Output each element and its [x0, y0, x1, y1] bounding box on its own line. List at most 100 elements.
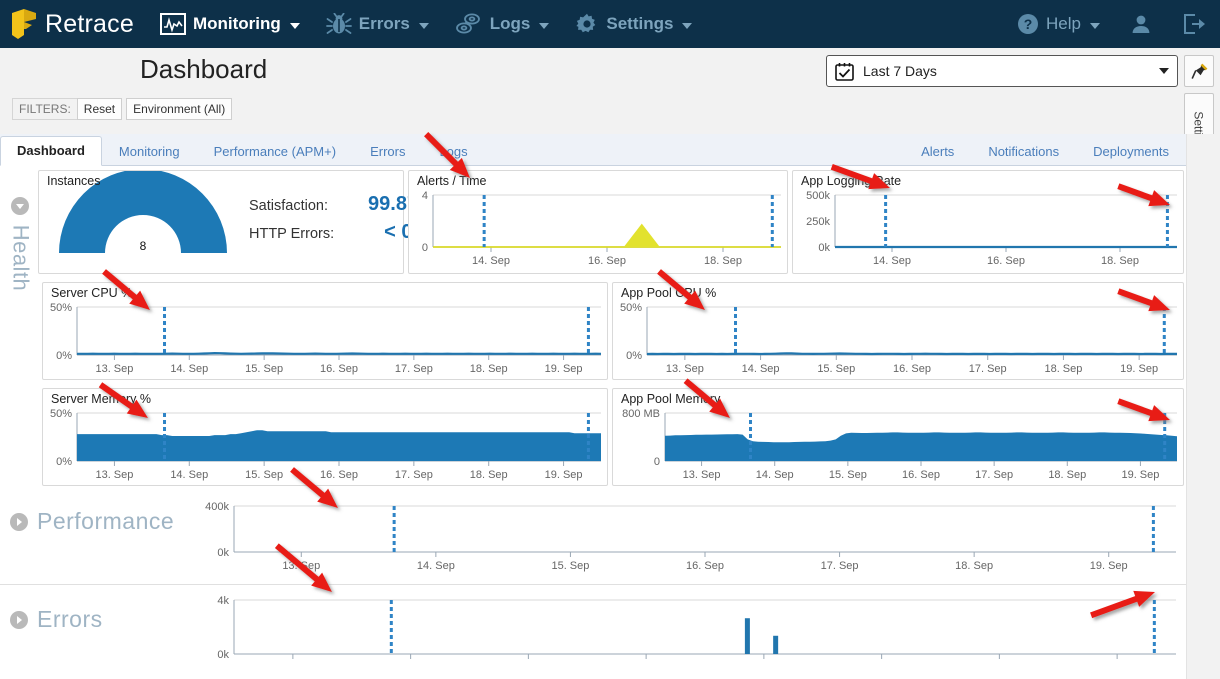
section-divider [0, 584, 1186, 585]
nav-item-help[interactable]: ? Help [1017, 13, 1100, 35]
nav-item-settings[interactable]: Settings [575, 12, 693, 36]
logs-icon [455, 13, 483, 35]
tab-logs[interactable]: Logs [422, 137, 484, 166]
panel-server-cpu-title: Server CPU % [51, 286, 133, 300]
svg-text:19. Sep: 19. Sep [545, 363, 583, 375]
svg-text:0: 0 [422, 242, 428, 254]
section-errors-expand-toggle[interactable] [10, 610, 28, 629]
user-icon [1130, 13, 1152, 35]
svg-text:18. Sep: 18. Sep [704, 255, 742, 267]
http-errors-label: HTTP Errors: [249, 226, 335, 242]
tab-performance-apm[interactable]: Performance (APM+) [197, 137, 353, 166]
tab-bar-right-group: Alerts Notifications Deployments [904, 136, 1186, 165]
section-health-rail: Health [0, 166, 40, 296]
svg-text:15. Sep: 15. Sep [817, 363, 855, 375]
svg-text:0: 0 [654, 456, 660, 468]
instances-count: 8 [140, 239, 147, 253]
svg-text:13. Sep: 13. Sep [666, 363, 704, 375]
panel-app-pool-cpu: App Pool CPU % 50% 0% 13. Sep 14. Sep 15. Se… [612, 282, 1184, 380]
svg-text:16. Sep: 16. Sep [588, 255, 626, 267]
filters-bar: FILTERS: Reset Environment (All) [12, 98, 233, 120]
tab-bar: Dashboard Monitoring Performance (APM+) … [0, 134, 1186, 166]
svg-text:18. Sep: 18. Sep [1101, 255, 1139, 267]
bug-icon [325, 13, 352, 35]
svg-text:?: ? [1024, 16, 1033, 32]
nav-label-errors: Errors [358, 14, 410, 33]
svg-text:18. Sep: 18. Sep [1048, 469, 1086, 481]
panel-app-pool-memory-title: App Pool Memory [621, 392, 721, 406]
section-performance-expand-toggle[interactable] [10, 512, 28, 531]
nav-item-user-account[interactable] [1130, 13, 1152, 35]
svg-text:18. Sep: 18. Sep [1044, 363, 1082, 375]
svg-text:800 MB: 800 MB [622, 408, 660, 420]
dashboard-content: Health Instances 8 Satisfaction: 99.876%… [0, 166, 1186, 679]
pin-button[interactable] [1184, 55, 1214, 87]
page-header: Dashboard FILTERS: Reset Environment (Al… [0, 48, 1220, 173]
brand-logo[interactable]: Retrace [12, 9, 134, 39]
svg-text:0%: 0% [56, 456, 72, 468]
nav-label-logs: Logs [489, 14, 531, 33]
date-range-selector[interactable]: Last 7 Days [826, 55, 1178, 87]
svg-text:13. Sep: 13. Sep [95, 469, 133, 481]
svg-text:16. Sep: 16. Sep [987, 255, 1025, 267]
svg-text:500k: 500k [806, 190, 830, 202]
panel-app-pool-memory: App Pool Memory 800 MB 0 13. Sep 14. Sep 15.… [612, 388, 1184, 486]
svg-text:19. Sep: 19. Sep [1090, 560, 1128, 572]
chevron-down-icon [682, 22, 693, 29]
panel-instances-title: Instances [47, 174, 101, 188]
section-health-collapse-toggle[interactable] [11, 197, 29, 215]
chevron-down-icon [539, 22, 550, 29]
svg-text:19. Sep: 19. Sep [1121, 469, 1159, 481]
retrace-logo-icon [12, 9, 36, 39]
svg-text:14. Sep: 14. Sep [742, 363, 780, 375]
panel-server-cpu: Server CPU % 50% 0% 13. Sep 14. Sep 15. Sep 1… [42, 282, 608, 380]
panel-app-pool-cpu-title: App Pool CPU % [621, 286, 717, 300]
chevron-down-icon [1159, 68, 1169, 74]
svg-text:13. Sep: 13. Sep [282, 560, 320, 572]
nav-item-errors[interactable]: Errors [325, 13, 429, 35]
panel-server-memory-title: Server Memory % [51, 392, 152, 406]
date-range-value: Last 7 Days [863, 63, 937, 79]
pin-icon [1190, 63, 1208, 80]
svg-text:50%: 50% [50, 408, 72, 420]
svg-text:17. Sep: 17. Sep [969, 363, 1007, 375]
filter-environment-button[interactable]: Environment (All) [126, 98, 233, 120]
tab-dashboard[interactable]: Dashboard [0, 136, 102, 166]
section-errors-rail: Errors [10, 606, 103, 633]
svg-text:14. Sep: 14. Sep [472, 255, 510, 267]
chevron-down-icon [1090, 22, 1100, 29]
svg-text:16. Sep: 16. Sep [320, 363, 358, 375]
filter-reset-button[interactable]: Reset [76, 98, 123, 120]
tab-notifications[interactable]: Notifications [971, 137, 1076, 166]
tab-deployments[interactable]: Deployments [1076, 137, 1186, 166]
calendar-icon [835, 62, 854, 81]
tab-errors[interactable]: Errors [353, 137, 422, 166]
nav-label-settings: Settings [606, 14, 674, 33]
svg-text:400k: 400k [205, 501, 229, 513]
right-gutter [1186, 134, 1220, 679]
nav-right-group: ? Help [987, 13, 1206, 35]
section-performance-label: Performance [37, 508, 175, 534]
tab-alerts[interactable]: Alerts [904, 137, 971, 166]
svg-text:19. Sep: 19. Sep [545, 469, 583, 481]
panel-server-memory: Server Memory % 50% 0% 13. Sep 14. Sep 15. S… [42, 388, 608, 486]
svg-text:13. Sep: 13. Sep [95, 363, 133, 375]
nav-label-help: Help [1046, 14, 1081, 33]
svg-text:14. Sep: 14. Sep [756, 469, 794, 481]
panel-alerts-time-title: Alerts / Time [417, 174, 487, 188]
svg-text:250k: 250k [806, 216, 830, 228]
svg-text:18. Sep: 18. Sep [955, 560, 993, 572]
tab-monitoring[interactable]: Monitoring [102, 137, 197, 166]
filters-label: FILTERS: [12, 98, 77, 120]
logout-icon [1182, 13, 1206, 35]
nav-item-monitoring[interactable]: Monitoring [159, 13, 300, 35]
svg-text:16. Sep: 16. Sep [320, 469, 358, 481]
svg-text:4: 4 [422, 190, 428, 202]
top-navigation-bar: Retrace Monitoring Errors Logs Settings … [0, 0, 1220, 48]
svg-text:16. Sep: 16. Sep [902, 469, 940, 481]
nav-item-logout[interactable] [1182, 13, 1206, 35]
svg-text:15. Sep: 15. Sep [245, 363, 283, 375]
svg-text:17. Sep: 17. Sep [975, 469, 1013, 481]
section-health-label: Health [8, 224, 33, 292]
nav-item-logs[interactable]: Logs [455, 13, 550, 35]
